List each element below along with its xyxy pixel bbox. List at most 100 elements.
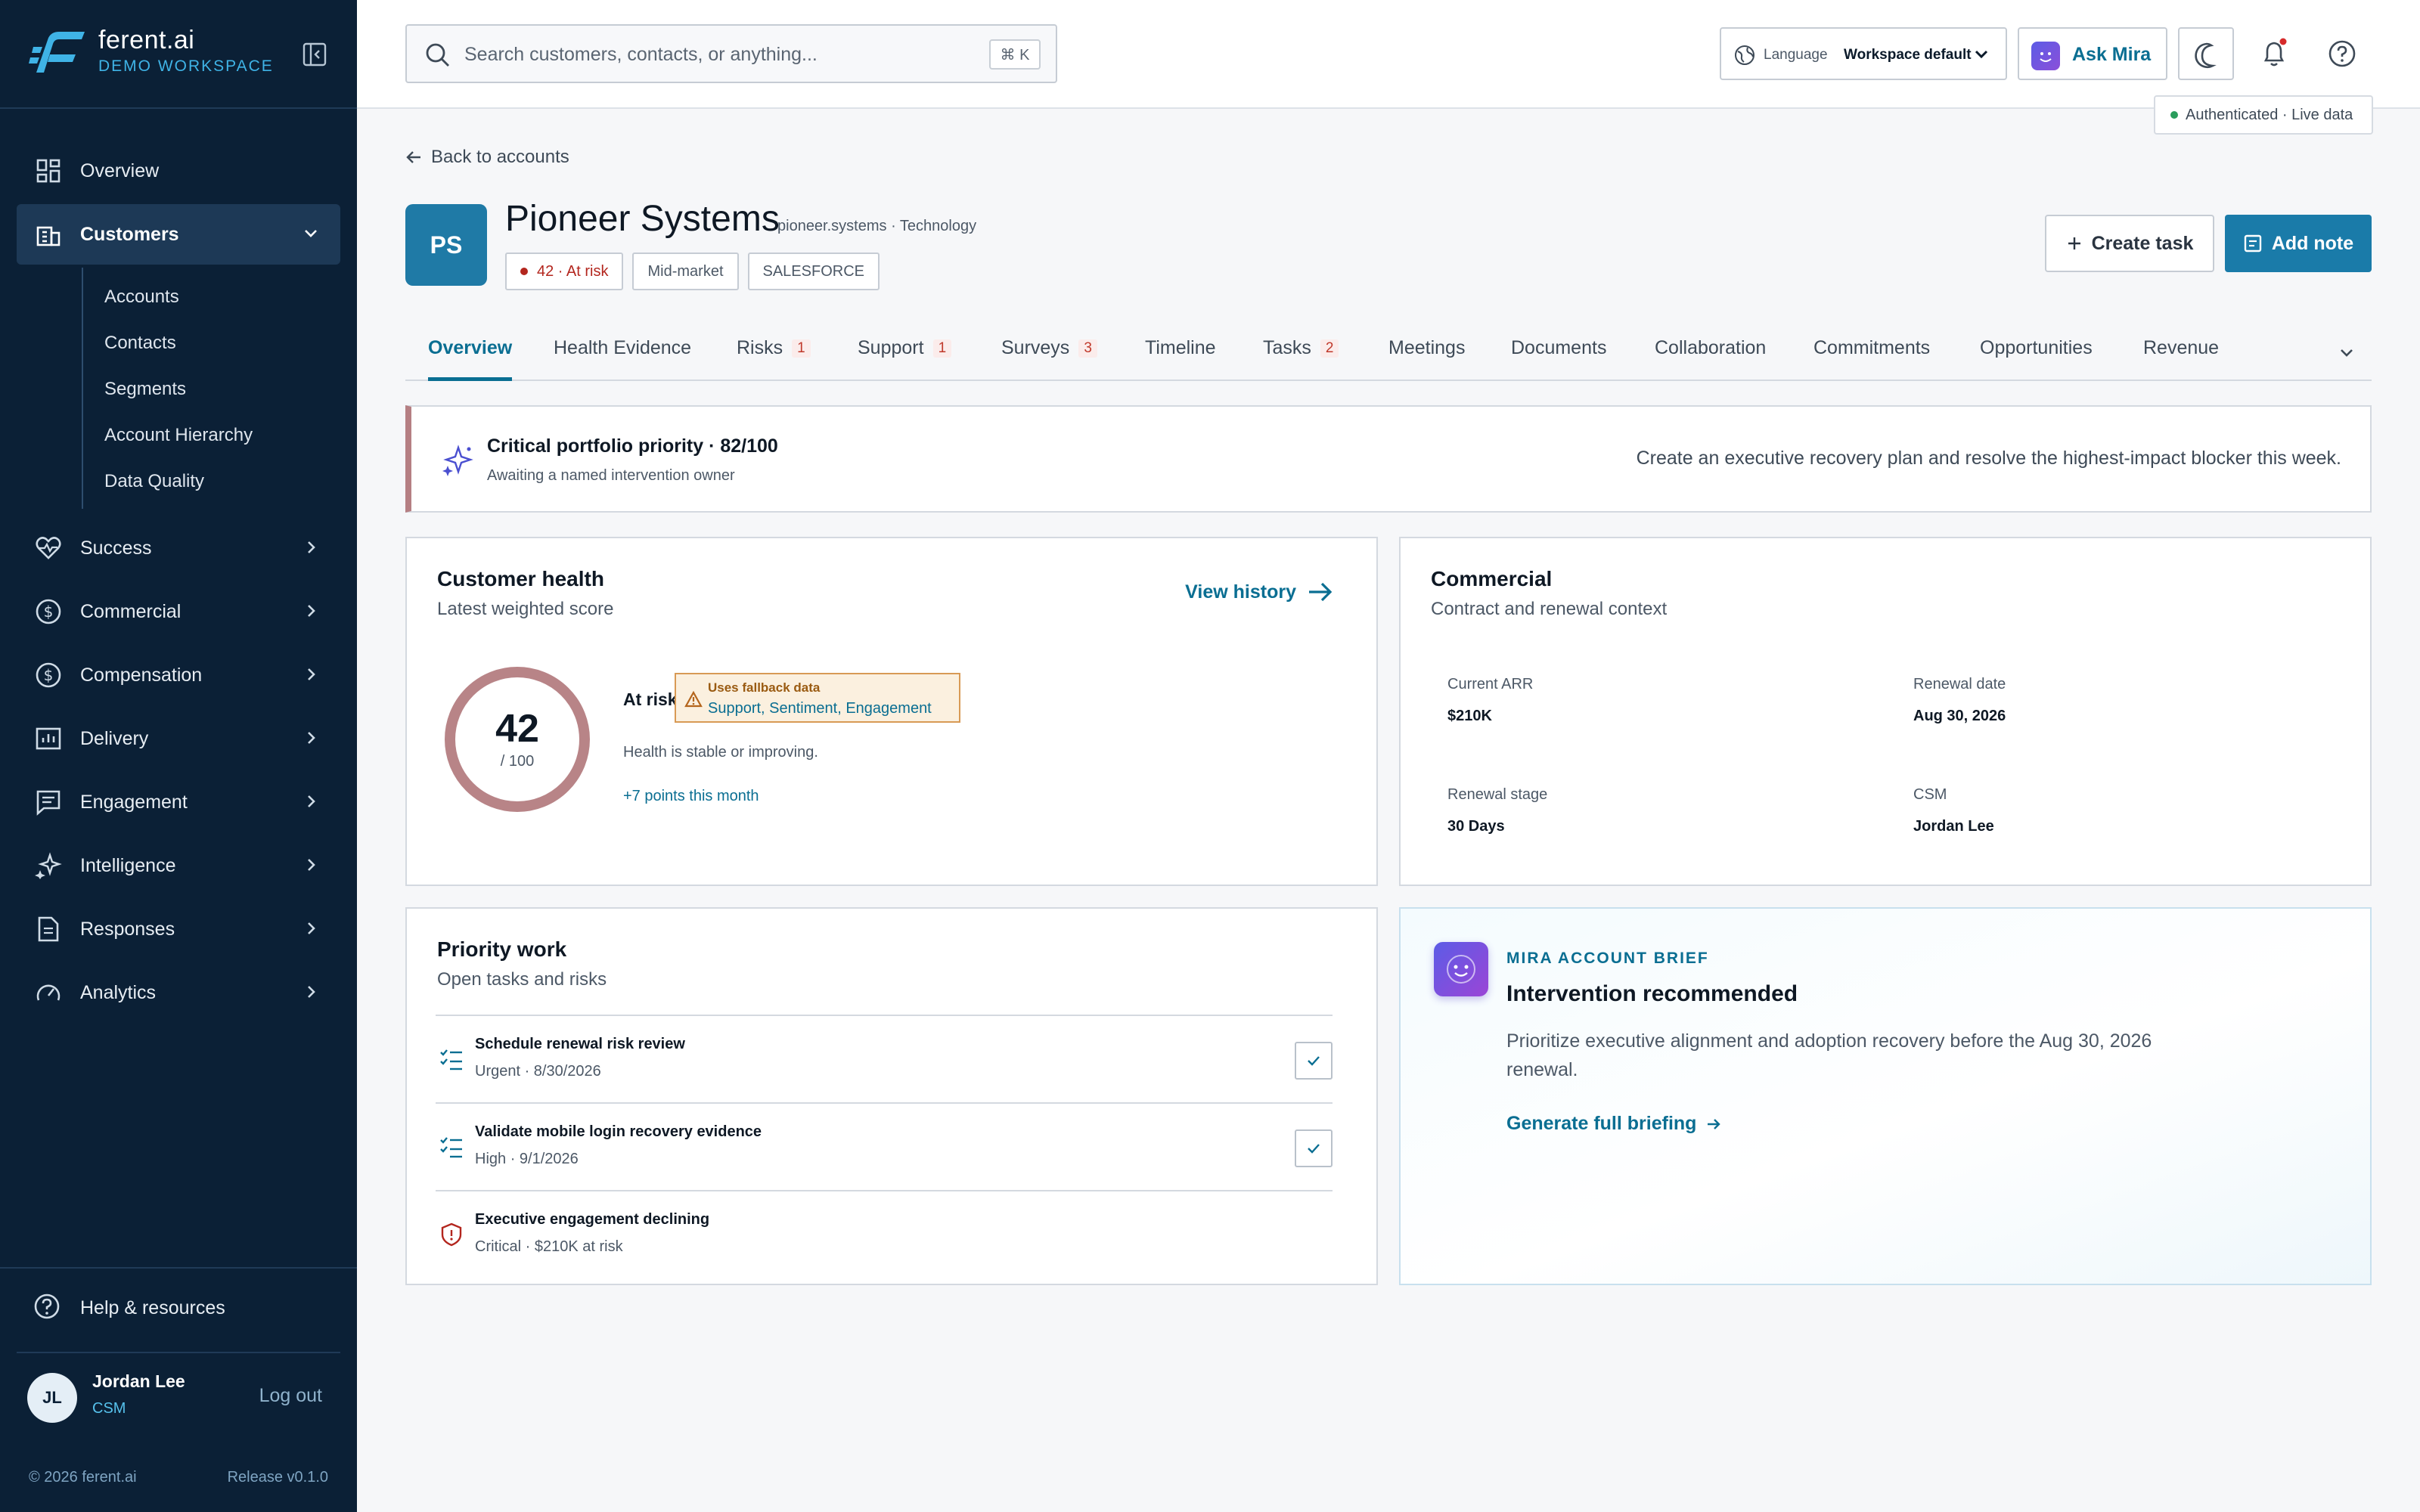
tab-timeline[interactable]: Timeline [1145, 337, 1216, 381]
task-list-icon [440, 1049, 462, 1070]
copyright: © 2026 ferent.ai [29, 1469, 137, 1486]
chevron-right-icon [308, 859, 315, 871]
tab-commitments[interactable]: Commitments [1813, 337, 1930, 381]
item-title: Executive engagement declining [475, 1211, 710, 1228]
sidebar-item-delivery[interactable]: Delivery [17, 708, 340, 769]
help-resources-link[interactable]: Help & resources [33, 1293, 225, 1323]
help-button[interactable] [2314, 27, 2370, 80]
bell-icon [2263, 38, 2287, 67]
ferent-logo-icon [29, 32, 85, 73]
sidebar-item-responses[interactable]: Responses [17, 899, 340, 959]
ask-mira-button[interactable]: Ask Mira [2018, 27, 2167, 80]
tab-label: Health Evidence [554, 337, 692, 358]
chevron-right-icon [308, 732, 315, 744]
sidebar-item-success[interactable]: Success [17, 518, 340, 578]
user-profile: JL Jordan Lee CSM Log out [27, 1368, 330, 1429]
subnav-accounts[interactable]: Accounts [83, 274, 340, 320]
subnav-account-hierarchy[interactable]: Account Hierarchy [83, 412, 340, 458]
ask-mira-label: Ask Mira [2072, 44, 2152, 65]
tab-opportunities[interactable]: Opportunities [1980, 337, 2093, 381]
sidebar-item-label: Compensation [80, 664, 203, 686]
sidebar-item-label: Customers [80, 223, 179, 245]
tab-support[interactable]: Support 1 [858, 337, 952, 381]
tab-count: 2 [1320, 339, 1339, 358]
status-text: Authenticated · Live data [2186, 106, 2353, 123]
list-item[interactable]: Validate mobile login recovery evidence … [436, 1102, 1333, 1190]
sidebar-item-overview[interactable]: Overview [17, 141, 340, 201]
current-arr-value: $210K [1447, 708, 1492, 724]
tab-revenue[interactable]: Revenue [2143, 337, 2219, 381]
create-task-button[interactable]: Create task [2045, 215, 2214, 272]
chevron-right-icon [308, 605, 315, 617]
notifications-button[interactable] [2246, 27, 2302, 80]
tab-health-evidence[interactable]: Health Evidence [554, 337, 691, 381]
sidebar-item-customers[interactable]: Customers [17, 204, 340, 265]
tab-label: Tasks [1263, 337, 1311, 358]
page-title: Pioneer Systems [505, 199, 780, 239]
sidebar-item-compensation[interactable]: $ Compensation [17, 645, 340, 705]
sidebar-item-commercial[interactable]: $ Commercial [17, 581, 340, 642]
sidebar-item-label: Intelligence [80, 854, 176, 876]
sidebar-divider [17, 1352, 340, 1353]
search-placeholder: Search customers, contacts, or anything.… [464, 44, 818, 65]
sidebar-item-engagement[interactable]: Engagement [17, 772, 340, 832]
dollar-circle-icon: $ [33, 596, 64, 627]
renewal-stage-value: 30 Days [1447, 818, 1505, 835]
more-tabs-chevron-icon[interactable] [2335, 342, 2358, 364]
tab-tasks[interactable]: Tasks 2 [1263, 337, 1339, 381]
sidebar-item-label: Responses [80, 918, 175, 940]
tab-collaboration[interactable]: Collaboration [1655, 337, 1766, 381]
logout-button[interactable]: Log out [259, 1385, 322, 1407]
back-to-accounts-link[interactable]: Back to accounts [405, 147, 569, 168]
generate-briefing-link[interactable]: Generate full briefing [1506, 1113, 1722, 1135]
back-label: Back to accounts [431, 147, 569, 167]
complete-task-checkbox[interactable] [1295, 1042, 1333, 1080]
view-history-link[interactable]: View history [1185, 581, 1334, 603]
arrow-right-icon [1708, 1118, 1721, 1129]
shield-alert-icon [441, 1222, 462, 1247]
item-meta: Urgent · 8/30/2026 [475, 1063, 601, 1080]
subnav-contacts[interactable]: Contacts [83, 320, 340, 366]
sidebar-item-analytics[interactable]: Analytics [17, 962, 340, 1023]
help-circle-icon [2328, 40, 2356, 67]
fallback-sources: Support, Sentiment, Engagement [708, 700, 932, 717]
sidebar-item-intelligence[interactable]: Intelligence [17, 835, 340, 896]
complete-task-checkbox[interactable] [1295, 1129, 1333, 1167]
brand[interactable]: ferent.ai DEMO WORKSPACE [29, 26, 331, 83]
create-task-label: Create task [2091, 232, 2194, 254]
search-input[interactable]: Search customers, contacts, or anything.… [405, 24, 1057, 83]
language-select[interactable]: Language Workspace default [1720, 27, 2007, 80]
tab-meetings[interactable]: Meetings [1388, 337, 1465, 381]
tab-label: Timeline [1145, 337, 1216, 358]
list-item[interactable]: Executive engagement declining Critical … [436, 1190, 1333, 1278]
tab-label: Opportunities [1980, 337, 2093, 358]
add-note-button[interactable]: Add note [2225, 215, 2372, 272]
list-item[interactable]: Schedule renewal risk review Urgent · 8/… [436, 1015, 1333, 1102]
generate-briefing-label: Generate full briefing [1506, 1113, 1697, 1134]
collapse-sidebar-icon[interactable] [299, 41, 330, 68]
workspace-label: DEMO WORKSPACE [98, 57, 274, 75]
item-title: Validate mobile login recovery evidence [475, 1123, 762, 1140]
tab-label: Surveys [1001, 337, 1070, 358]
dollar-circle-icon: $ [33, 660, 64, 690]
theme-toggle-button[interactable] [2178, 27, 2234, 80]
subnav-data-quality[interactable]: Data Quality [83, 458, 340, 504]
tab-label: Documents [1511, 337, 1607, 358]
heart-icon [33, 533, 64, 563]
grid-icon [33, 156, 64, 186]
banner-recommendation: Create an executive recovery plan and re… [1636, 448, 2341, 469]
language-value: Workspace default [1844, 47, 1972, 63]
tab-risks[interactable]: Risks 1 [737, 337, 811, 381]
search-icon [426, 43, 449, 67]
mira-body: Prioritize executive alignment and adopt… [1506, 1030, 2152, 1080]
tab-label: Meetings [1388, 337, 1466, 358]
chevron-down-icon [1975, 50, 1988, 59]
tab-surveys[interactable]: Surveys 3 [1001, 337, 1097, 381]
account-meta: pioneer.systems · Technology [777, 218, 977, 234]
building-icon [33, 219, 64, 249]
tab-overview[interactable]: Overview [428, 337, 513, 381]
status-dot [2170, 111, 2178, 119]
tab-documents[interactable]: Documents [1511, 337, 1606, 381]
banner-title: Critical portfolio priority · 82/100 [487, 435, 778, 457]
subnav-segments[interactable]: Segments [83, 366, 340, 412]
